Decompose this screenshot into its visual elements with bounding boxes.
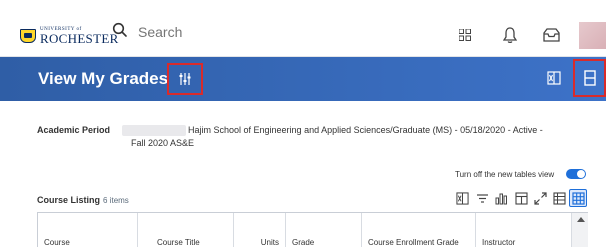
filter-icon[interactable]	[473, 189, 491, 207]
export-to-excel-icon[interactable]	[545, 69, 563, 87]
column-header-course-title[interactable]: Course Title	[138, 213, 234, 247]
search-input[interactable]	[138, 24, 288, 40]
apps-grid-icon[interactable]	[455, 25, 475, 45]
table-export-icon[interactable]	[453, 189, 471, 207]
column-header-label: Instructor	[482, 238, 516, 247]
list-view-icon[interactable]	[550, 189, 568, 207]
university-logo[interactable]: UNIVERSITY of ROCHESTER	[20, 27, 119, 45]
column-header-instructor[interactable]: Instructor	[476, 213, 572, 247]
column-header-label: Units	[260, 238, 279, 247]
print-layout-icon[interactable]	[582, 69, 598, 87]
search-icon	[112, 22, 128, 43]
column-header-label: Course	[44, 238, 70, 247]
academic-period-label: Academic Period	[37, 125, 111, 135]
course-listing-title: Course Listing 6 items	[37, 195, 129, 205]
fullscreen-icon[interactable]	[531, 189, 549, 207]
column-header-course[interactable]: Course	[38, 213, 138, 247]
column-header-grade-points[interactable]: Course Enrollment Grade Points	[362, 213, 476, 247]
grid-view-icon[interactable]	[569, 189, 587, 207]
chart-icon[interactable]	[492, 189, 510, 207]
logo-big-text: ROCHESTER	[40, 31, 119, 46]
column-header-units[interactable]: Units	[234, 213, 286, 247]
user-avatar[interactable]	[579, 22, 606, 49]
inbox-icon[interactable]	[541, 25, 561, 45]
search-bar[interactable]	[112, 18, 302, 46]
column-header-label: Course Enrollment Grade Points	[368, 238, 459, 247]
page-title: View My Grades	[38, 69, 169, 88]
academic-period-value-line1: Hajim School of Engineering and Applied …	[188, 125, 543, 135]
column-header-label: Course Title	[157, 238, 200, 247]
column-header-grade[interactable]: Grade	[286, 213, 362, 247]
course-listing-label: Course Listing	[37, 195, 101, 205]
shield-icon	[20, 29, 36, 43]
redacted-value	[122, 125, 186, 136]
table-scrollbar[interactable]	[571, 213, 588, 247]
top-navigation-bar: UNIVERSITY of ROCHESTER	[0, 0, 606, 57]
column-header-label: Grade	[292, 238, 315, 247]
page-header: View My Grades	[0, 57, 606, 101]
academic-period-value-line2: Fall 2020 AS&E	[131, 138, 195, 148]
related-actions-icon[interactable]	[177, 71, 193, 87]
course-listing-count: 6 items	[103, 196, 129, 205]
tables-view-toggle-label: Turn off the new tables view	[455, 170, 555, 179]
tables-view-toggle[interactable]	[566, 169, 586, 179]
bell-icon[interactable]	[500, 25, 520, 45]
course-grades-table: Course Course Title Units Grade Course E…	[37, 212, 588, 247]
column-chooser-icon[interactable]	[512, 189, 530, 207]
